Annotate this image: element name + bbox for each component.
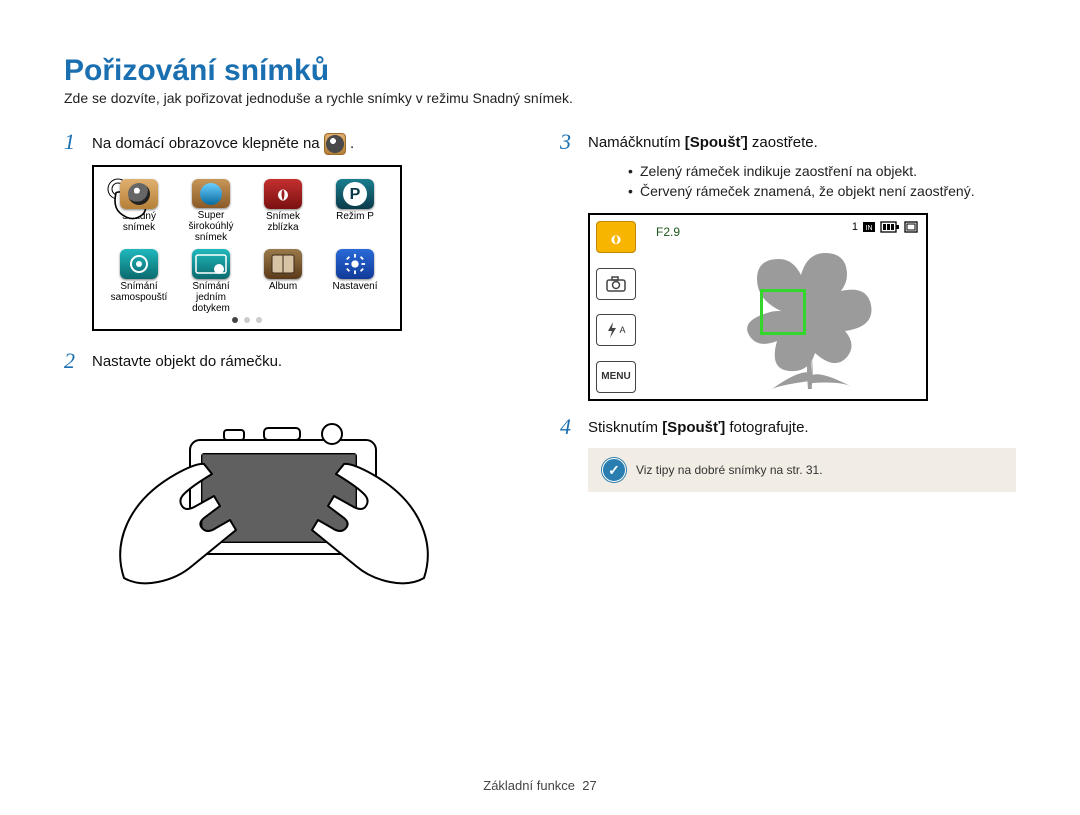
- step-1-text: Na domácí obrazovce klepněte na .: [92, 132, 354, 155]
- page-title: Pořizování snímků: [64, 54, 1016, 88]
- step-number-1: 1: [64, 132, 78, 155]
- step-3-text: Namáčknutím [Spoušť] zaostřete.: [588, 132, 818, 153]
- lcd-menu-button[interactable]: MENU: [596, 361, 636, 393]
- app-mode-p[interactable]: P Režim P: [326, 179, 384, 243]
- focus-rectangle: [760, 289, 806, 335]
- app-close-up[interactable]: Snímekzblízka: [254, 179, 312, 243]
- step-4-text: Stisknutím [Spoušť] fotografujte.: [588, 417, 809, 438]
- lcd-camera-button[interactable]: [596, 268, 636, 300]
- camera-lcd-figure: A MENU F2.9 1 IN: [588, 213, 928, 401]
- pager-dots: [110, 317, 384, 323]
- tip-box: ✓ Viz tipy na dobré snímky na str. 31.: [588, 448, 1016, 492]
- page-intro: Zde se dozvíte, jak pořizovat jednoduše …: [64, 90, 1016, 106]
- step-number-4: 4: [560, 417, 574, 438]
- display-mode-icon: [904, 221, 918, 233]
- step-3-bullets: Zelený rámeček indikuje zaostření na obj…: [588, 161, 1016, 201]
- page-footer: Základní funkce 27: [0, 778, 1080, 793]
- app-super-wide[interactable]: Super širokoúhlýsnímek: [182, 179, 240, 243]
- flower-subject-icon: [712, 239, 902, 389]
- easy-shot-icon: [324, 133, 346, 155]
- lcd-macro-button[interactable]: [596, 221, 636, 253]
- hands-holding-camera-figure: [104, 388, 444, 618]
- app-easy-shot[interactable]: Snadnýsnímek: [110, 179, 168, 243]
- svg-text:IN: IN: [866, 225, 873, 232]
- step-number-2: 2: [64, 351, 78, 372]
- right-column: 3 Namáčknutím [Spoušť] zaostřete. Zelený…: [560, 132, 1016, 623]
- app-one-touch[interactable]: Snímání jednímdotykem: [182, 249, 240, 313]
- lcd-flash-auto-button[interactable]: A: [596, 314, 636, 346]
- battery-icon: [880, 221, 900, 233]
- step-number-3: 3: [560, 132, 574, 153]
- step-2-text: Nastavte objekt do rámečku.: [92, 351, 282, 372]
- home-screen-figure: Snadnýsnímek Super širokoúhlýsnímek Sním…: [92, 165, 402, 331]
- left-column: 1 Na domácí obrazovce klepněte na . Sna: [64, 132, 520, 623]
- app-album[interactable]: Album: [254, 249, 312, 313]
- tip-icon: ✓: [602, 458, 626, 482]
- lcd-aperture-value: F2.9: [656, 225, 680, 239]
- tip-text: Viz tipy na dobré snímky na str. 31.: [636, 463, 823, 477]
- lcd-shot-count: 1: [852, 221, 858, 233]
- app-settings[interactable]: Nastavení: [326, 249, 384, 313]
- memory-card-icon: IN: [862, 221, 876, 233]
- app-self-timer[interactable]: Snímánísamospouští: [110, 249, 168, 313]
